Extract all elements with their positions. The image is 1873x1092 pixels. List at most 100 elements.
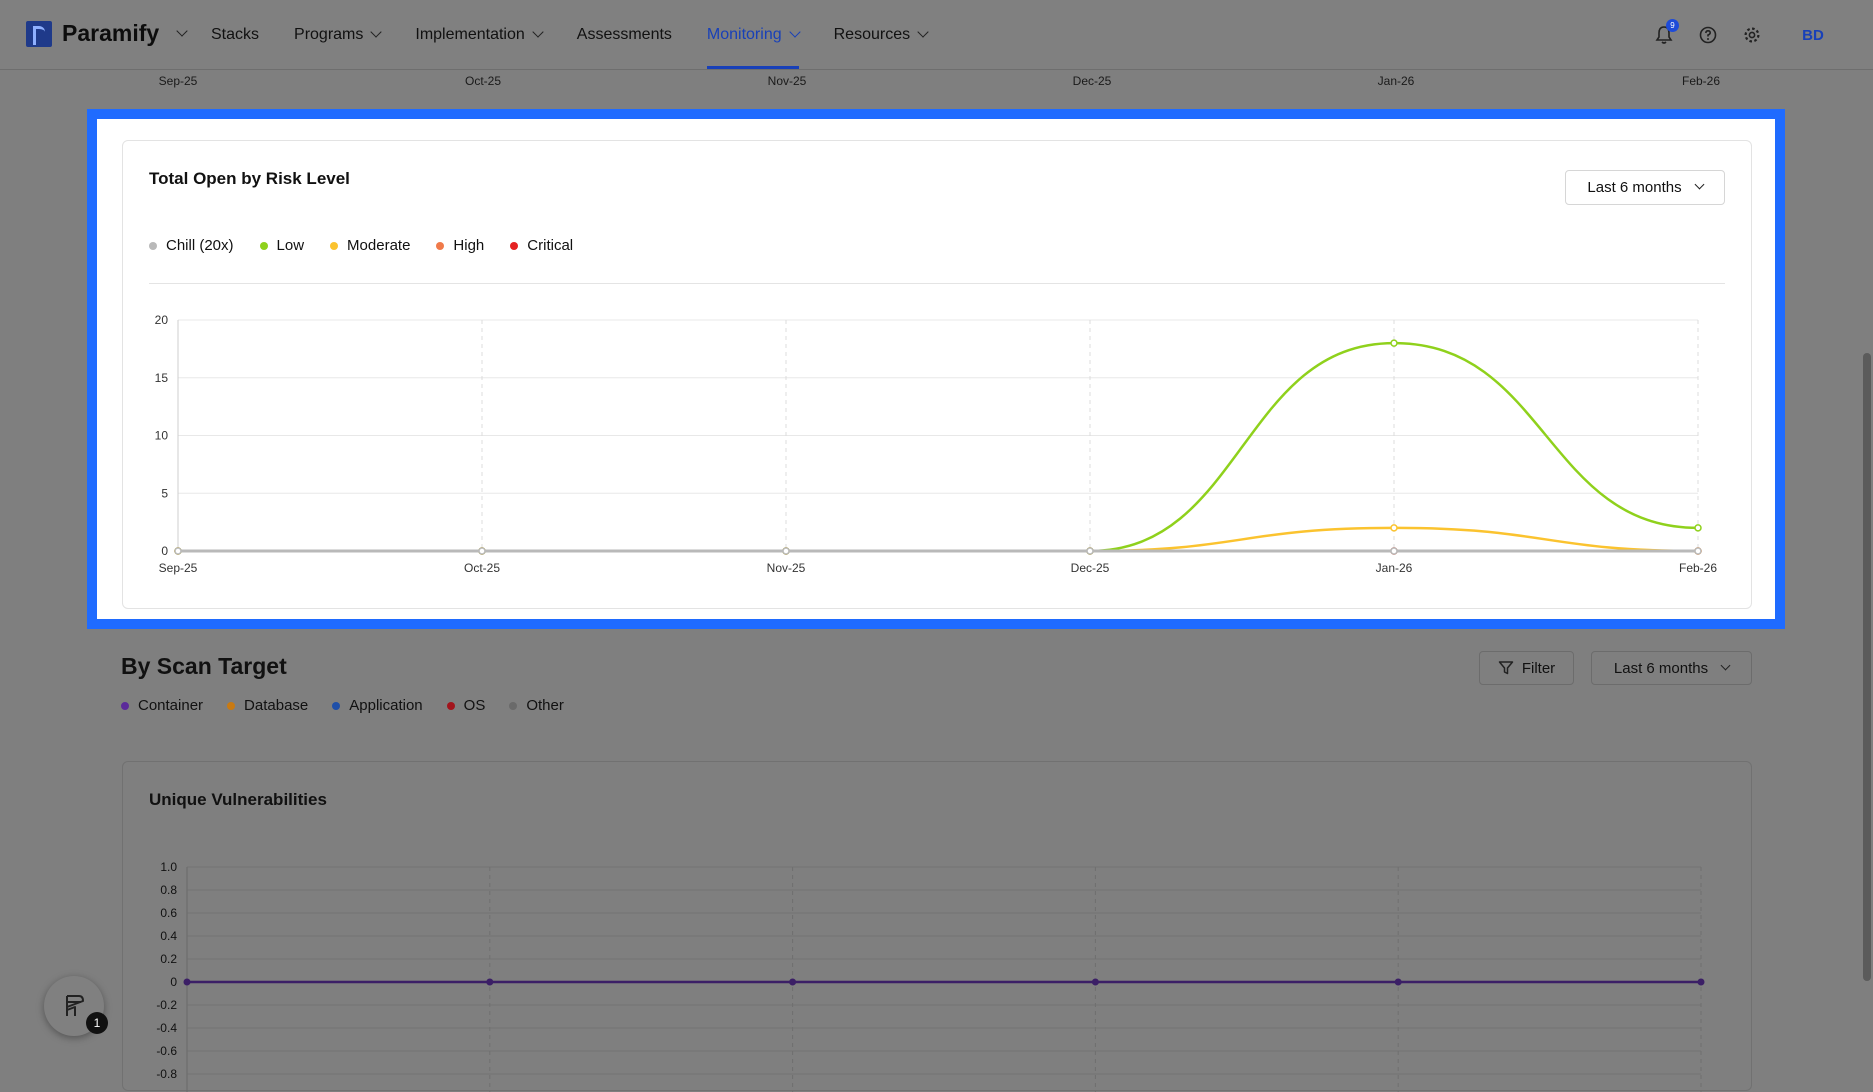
x-tick-label: Sep-25 (158, 74, 198, 88)
data-point (1390, 339, 1398, 347)
legend-dot (509, 701, 518, 710)
notification-count-badge: 9 (1666, 19, 1679, 32)
legend-dot (121, 701, 129, 710)
nav-assessments[interactable]: Assessments (577, 0, 672, 69)
y-tick-label: 0 (161, 544, 168, 558)
y-tick-label: 0.2 (160, 952, 177, 966)
page-scrollbar[interactable] (1863, 353, 1871, 981)
x-tick-label: Nov-25 (767, 74, 807, 88)
x-tick-label: Jan-26 (1377, 74, 1415, 88)
x-tick-label: Sep-25 (159, 561, 198, 575)
x-tick-label: Dec-25 (1071, 561, 1110, 575)
y-tick-label: -0.2 (156, 998, 177, 1012)
filter-label: Filter (1521, 659, 1556, 677)
unique-vulnerabilities-line-chart: 1.0 0.8 0.6 0.4 0.2 0 -0.2 -0.4 -0.6 -0.8 (156, 860, 1705, 1092)
x-tick-label: Jan-26 (1376, 561, 1413, 575)
nav-resources[interactable]: Resources (833, 0, 929, 69)
y-tick-label: 10 (155, 429, 169, 443)
unique-vulnerabilities-card: Unique Vulnerabilities 1.0 0.8 0.6 0.4 0.2 0-… (122, 761, 1752, 1092)
y-tick-label: 0.8 (160, 883, 177, 897)
section-title: By Scan Target (121, 653, 287, 679)
legend-label: Application (349, 697, 423, 714)
data-point (1697, 978, 1705, 986)
filter-icon (1498, 661, 1514, 675)
x-tick-label: Feb-26 (1679, 561, 1717, 575)
data-point (1694, 524, 1702, 532)
chevron-down-icon (370, 25, 383, 38)
data-point (183, 978, 191, 986)
y-tick-label: 20 (155, 313, 169, 327)
y-tick-label: 1.0 (160, 860, 177, 874)
data-point (1694, 547, 1702, 555)
paramify-logo-icon (26, 20, 52, 47)
y-tick-label: -0.4 (156, 1021, 177, 1035)
x-tick-label: Oct-25 (464, 561, 500, 575)
data-point (1390, 524, 1398, 532)
chevron-down-icon (788, 25, 801, 38)
brand-menu[interactable]: Paramify (26, 20, 188, 47)
nav-stacks-label: Stacks (211, 25, 260, 43)
legend-item-other[interactable]: Other (509, 697, 564, 714)
nav-implementation-label: Implementation (415, 25, 525, 43)
nav-resources-label: Resources (833, 25, 911, 43)
data-point (486, 978, 494, 986)
x-tick-label: Dec-25 (1072, 74, 1112, 88)
chevron-down-icon (532, 25, 544, 38)
data-point (782, 547, 790, 555)
nav-monitoring[interactable]: Monitoring (706, 0, 801, 69)
data-point (1394, 978, 1402, 986)
data-point (789, 978, 797, 986)
data-point (1091, 978, 1099, 986)
avatar[interactable]: BD (1793, 22, 1833, 48)
chevron-down-icon (917, 25, 929, 38)
nav-programs[interactable]: Programs (294, 0, 383, 69)
x-tick-label: Oct-25 (464, 74, 502, 88)
series-line-low (178, 341, 1699, 553)
legend-label: Other (526, 697, 564, 714)
filter-button[interactable]: Filter (1479, 651, 1574, 685)
nav-implementation[interactable]: Implementation (415, 0, 544, 69)
time-range-value: Last 6 months (1613, 659, 1709, 677)
legend-item-application[interactable]: Application (332, 697, 423, 714)
nav-actions: 9 BD (1653, 19, 1833, 48)
data-point (1390, 547, 1398, 555)
chevron-down-icon (1720, 660, 1731, 670)
nav-links: Stacks Programs Implementation Assessmen… (211, 0, 962, 69)
risk-level-line-chart: 0 5 10 15 20 Sep-25 Oct-25 Nov-25 Dec-25 Jan-26 Fe… (155, 313, 1718, 575)
y-tick-label: 0.4 (160, 929, 177, 943)
previous-chart-x-axis: Sep-25 Oct-25 Nov-25 Dec-25 Jan-26 Feb-2… (0, 74, 1873, 92)
y-tick-label: -0.8 (156, 1067, 177, 1081)
legend-dot (227, 701, 236, 710)
scan-target-legend: Container Database Application OS Other (121, 697, 588, 714)
x-tick-label: Nov-25 (767, 561, 806, 575)
y-tick-label: 0 (170, 975, 177, 989)
help-icon[interactable] (1697, 24, 1719, 46)
legend-dot (446, 701, 455, 710)
y-tick-label: 15 (155, 371, 169, 385)
legend-item-os[interactable]: OS (446, 697, 486, 714)
y-tick-label: 5 (161, 486, 168, 500)
gear-icon[interactable] (1741, 24, 1763, 46)
nav-stacks[interactable]: Stacks (211, 0, 259, 69)
legend-label: OS (463, 697, 486, 714)
legend-dot (332, 701, 341, 710)
x-tick-label: Feb-26 (1681, 74, 1721, 88)
data-point (478, 547, 486, 555)
paramify-assistant-icon (66, 995, 84, 1016)
top-nav: Paramify Stacks Programs Implementation … (0, 0, 1873, 70)
legend-label: Database (244, 697, 309, 714)
legend-item-container[interactable]: Container (121, 697, 203, 714)
legend-label: Container (138, 697, 204, 714)
bell-icon[interactable]: 9 (1653, 19, 1679, 46)
assistant-count-badge: 1 (86, 1012, 108, 1034)
legend-item-database[interactable]: Database (227, 697, 308, 714)
nav-monitoring-label: Monitoring (706, 25, 782, 43)
y-tick-label: -0.6 (156, 1044, 177, 1058)
scan-time-range-select[interactable]: Last 6 months (1591, 651, 1752, 685)
risk-level-card: Total Open by Risk Level Last 6 months C… (122, 140, 1752, 609)
brand-name: Paramify (62, 20, 160, 46)
nav-assessments-label: Assessments (576, 25, 672, 43)
y-tick-label: 0.6 (160, 906, 177, 920)
series-line-moderate (178, 526, 1699, 553)
data-point (174, 547, 182, 555)
